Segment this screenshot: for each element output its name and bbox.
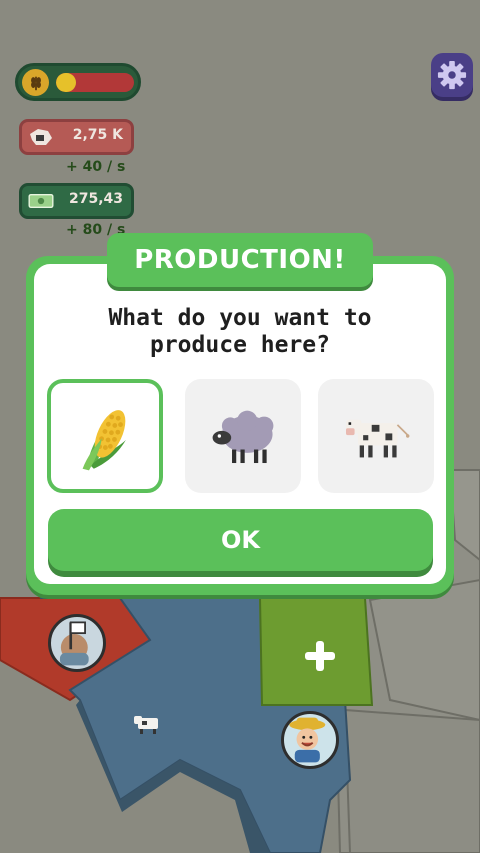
gear-icon: [437, 60, 467, 90]
banknote-icon: [26, 190, 56, 212]
dialog-title: PRODUCTION!: [134, 245, 346, 275]
option-corn[interactable]: [47, 379, 163, 493]
corn-icon: [82, 410, 126, 471]
ok-label: OK: [221, 526, 260, 554]
option-cow[interactable]: [318, 379, 434, 493]
ok-button[interactable]: OK: [48, 509, 433, 571]
cow-icon: [346, 419, 410, 458]
settings-button[interactable]: [431, 53, 473, 97]
enemy-avatar[interactable]: [48, 614, 106, 672]
dialog-question: What do you want to produce here?: [30, 305, 450, 359]
dialog-title-banner: PRODUCTION!: [107, 233, 373, 287]
meat-resource: 2,75 K: [19, 119, 134, 155]
player-avatar[interactable]: [281, 711, 339, 769]
money-resource: 275,43: [19, 183, 134, 219]
wheat-icon: [22, 69, 49, 96]
plus-icon[interactable]: [302, 638, 338, 674]
option-sheep[interactable]: [185, 379, 301, 493]
cow-head-icon: [26, 126, 56, 148]
meat-value: 2,75 K: [72, 127, 123, 143]
question-line-2: produce here?: [149, 332, 330, 358]
meat-rate: + 40 / s: [66, 159, 126, 175]
wheat-progress: [15, 63, 141, 101]
sheep-icon: [212, 410, 274, 464]
question-line-1: What do you want to: [108, 305, 372, 331]
wheat-track: [56, 73, 134, 92]
money-value: 275,43: [68, 191, 123, 207]
wheat-fill: [56, 73, 76, 92]
